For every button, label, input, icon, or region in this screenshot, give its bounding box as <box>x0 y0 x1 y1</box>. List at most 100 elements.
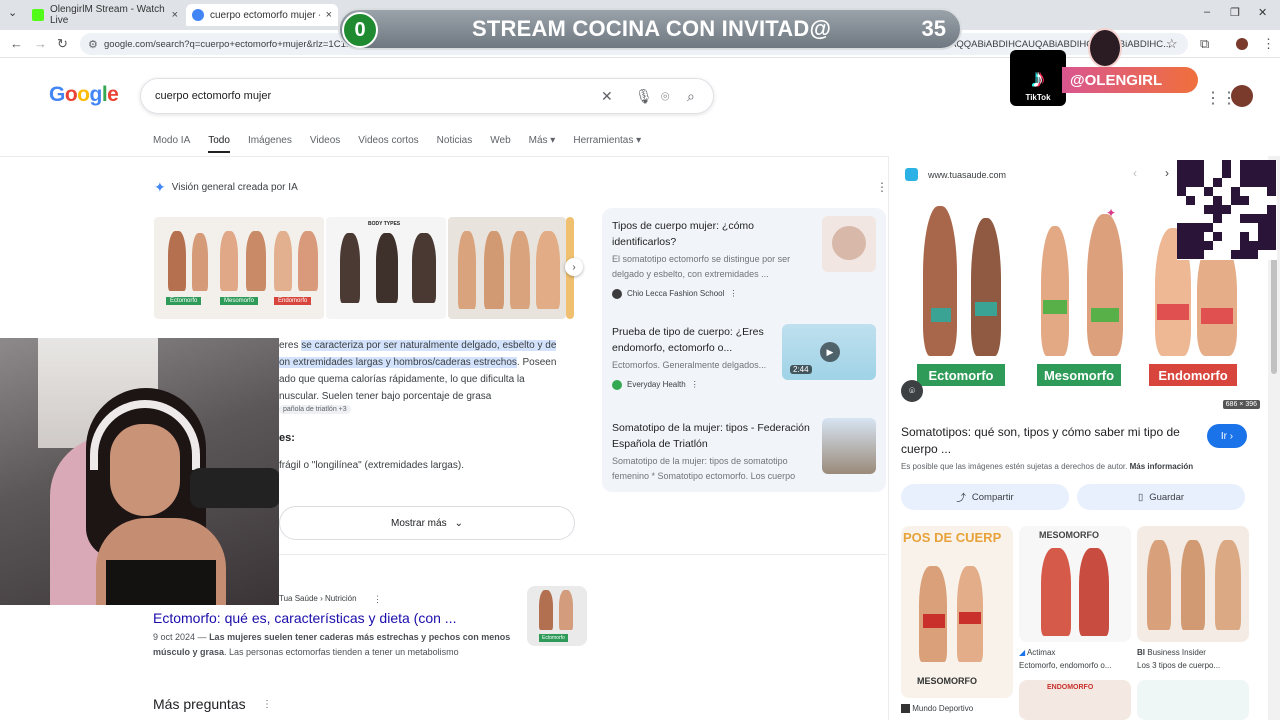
related-image[interactable]: MESOMORFO <box>1019 526 1131 642</box>
save-button[interactable]: ▯ Guardar <box>1077 484 1245 510</box>
tab-google[interactable]: cuerpo ectomorfo mujer - Busc × <box>186 4 338 26</box>
actimax-icon: ◢ <box>1019 648 1026 657</box>
tab-imagenes[interactable]: Imágenes <box>248 135 292 153</box>
tab-modo-ia[interactable]: Modo IA <box>153 135 190 153</box>
share-button[interactable]: ⤴ Compartir <box>901 484 1069 510</box>
related-banner: ENDOMORFO <box>1047 684 1094 691</box>
tab-web[interactable]: Web <box>490 135 510 153</box>
site-icon <box>612 289 622 299</box>
banner-number: 35 <box>921 16 946 41</box>
source-card[interactable]: Prueba de tipo de cuerpo: ¿Eres endomorf… <box>612 324 782 393</box>
related-image[interactable] <box>1137 680 1249 720</box>
source-chip[interactable]: pañola de triatlón +3 <box>279 405 351 414</box>
source-card[interactable]: Tipos de cuerpo mujer: ¿cómo identificar… <box>612 218 812 302</box>
source-card[interactable]: Somatotipo de la mujer: tipos - Federaci… <box>612 420 812 484</box>
related-caption[interactable]: ◢ Actimax Ectomorfo, endomorfo o... <box>1019 646 1131 672</box>
webcam-feed <box>0 338 279 605</box>
body-types-label: BODY TYPES <box>368 221 401 227</box>
tab-search-icon[interactable]: ⌄ <box>8 6 17 19</box>
mesomorfo-label: Mesomorfo <box>1037 364 1121 386</box>
tab-herramientas[interactable]: Herramientas ▾ <box>573 135 641 153</box>
chevron-down-icon: ⌄ <box>454 517 463 529</box>
ai-image-3[interactable] <box>448 217 566 319</box>
menu-icon[interactable]: ⋮ <box>1262 36 1275 52</box>
related-image[interactable]: ENDOMORFO <box>1019 680 1131 720</box>
close-window-icon[interactable]: ✕ <box>1258 6 1267 19</box>
bookmark-star-icon[interactable]: ☆ <box>1166 36 1178 52</box>
tab-videos[interactable]: Videos <box>310 135 340 153</box>
mouse-cursor-icon: ✦ <box>1106 206 1117 220</box>
tuasaude-icon <box>905 168 918 181</box>
search-input[interactable]: cuerpo ectomorfo mujer ✕ 🎙 ⌾ ⌕ <box>140 78 714 114</box>
related-banner: POS DE CUERP <box>903 530 1002 545</box>
result-breadcrumb[interactable]: Tua Saúde › Nutrición <box>279 594 357 603</box>
side-panel-source[interactable]: www.tuasaude.com <box>905 168 1006 181</box>
copyright-note: Es posible que las imágenes estén sujeta… <box>901 462 1194 471</box>
related-banner: MESOMORFO <box>1039 530 1099 540</box>
tab-todo[interactable]: Todo <box>208 135 230 153</box>
extensions-icon[interactable]: ⧉ <box>1200 36 1209 52</box>
related-bottom-label: MESOMORFO <box>917 676 977 686</box>
more-icon[interactable]: ⋮ <box>729 286 737 302</box>
ai-overview-heading: ✦ Visión general creada por IA <box>154 179 298 195</box>
endomorfo-label: Endomorfo <box>1149 364 1237 386</box>
minimize-icon[interactable]: – <box>1204 6 1210 18</box>
related-image[interactable] <box>1137 526 1249 642</box>
related-caption[interactable]: BI Business Insider Los 3 tipos de cuerp… <box>1137 646 1249 672</box>
lens-icon[interactable]: ⌾ <box>661 88 669 105</box>
google-icon <box>192 9 204 21</box>
result-more-icon[interactable]: ⋮ <box>373 594 382 605</box>
ectomorfo-label: Ectomorfo <box>539 634 568 642</box>
search-tabs: Modo IA Todo Imágenes Videos Videos cort… <box>153 135 659 153</box>
tiktok-logo: ♪ TikTok <box>1010 50 1066 106</box>
kick-icon <box>32 9 44 21</box>
clear-icon[interactable]: ✕ <box>601 88 613 105</box>
tab-close-icon[interactable]: × <box>326 9 332 21</box>
ai-image-1[interactable]: Ectomorfo Mesomorfo Endomorfo <box>154 217 324 319</box>
go-button[interactable]: Ir › <box>1207 424 1247 448</box>
carousel-next-icon[interactable]: › <box>565 258 583 276</box>
banner-title: STREAM COCINA CON INVITAD@ <box>472 16 832 41</box>
bookmark-icon: ▯ <box>1137 491 1144 503</box>
share-icon: ⤴ <box>956 493 966 504</box>
voice-search-icon[interactable]: 🎙 <box>635 88 653 105</box>
lens-icon[interactable]: ⌾ <box>901 380 923 402</box>
tab-close-icon[interactable]: × <box>172 9 178 21</box>
ectomorfo-label: Ectomorfo <box>166 297 202 305</box>
result-title-link[interactable]: Ectomorfo: qué es, características y die… <box>153 610 456 626</box>
site-info-icon[interactable]: ⚙ <box>88 38 98 51</box>
source-thumb[interactable] <box>822 418 876 474</box>
tab-noticias[interactable]: Noticias <box>437 135 473 153</box>
tab-mas[interactable]: Más ▾ <box>529 135 556 153</box>
back-icon[interactable]: ← <box>10 36 23 51</box>
more-icon[interactable]: ⋮ <box>691 377 699 393</box>
next-image-icon[interactable]: › <box>1165 166 1169 180</box>
maximize-icon[interactable]: ❐ <box>1230 6 1240 19</box>
avatar[interactable] <box>1231 85 1253 107</box>
show-more-button[interactable]: Mostrar más ⌄ <box>279 506 575 540</box>
tiktok-handle: @OLENGIRL <box>1062 67 1198 93</box>
forward-icon[interactable]: → <box>34 36 47 51</box>
video-thumb[interactable]: ▶ 2:44 <box>782 324 876 380</box>
source-thumb[interactable] <box>822 216 876 272</box>
result-thumbnail[interactable]: Ectomorfo <box>527 586 587 646</box>
ai-overview-menu-icon[interactable]: ⋮ <box>876 180 888 194</box>
prev-image-icon[interactable]: ‹ <box>1133 166 1137 180</box>
ai-overview-text: eres se caracteriza por ser naturalmente… <box>279 340 557 402</box>
side-panel-title[interactable]: Somatotipos: qué son, tipos y cómo saber… <box>901 424 1191 458</box>
related-image[interactable]: POS DE CUERP MESOMORFO <box>901 526 1013 698</box>
search-icon[interactable]: ⌕ <box>687 88 695 105</box>
tab-videos-cortos[interactable]: Videos cortos <box>358 135 418 153</box>
tiktok-icon: ♪ <box>1031 63 1045 93</box>
ectomorfo-label: Ectomorfo <box>917 364 1005 386</box>
qr-code <box>1177 160 1277 260</box>
tab-title: cuerpo ectomorfo mujer - Busc <box>210 9 320 21</box>
ai-sources-panel: Tipos de cuerpo mujer: ¿cómo identificar… <box>602 208 886 492</box>
ai-image-2[interactable]: BODY TYPES <box>326 217 446 319</box>
profile-avatar-icon[interactable] <box>1236 38 1248 50</box>
paa-more-icon[interactable]: ⋮ <box>262 699 272 710</box>
tab-stream[interactable]: OlengirlM Stream - Watch Live × <box>26 4 184 26</box>
more-info-link[interactable]: Más información <box>1130 462 1194 471</box>
google-logo[interactable]: Google <box>49 83 119 107</box>
reload-icon[interactable]: ↻ <box>57 36 68 52</box>
